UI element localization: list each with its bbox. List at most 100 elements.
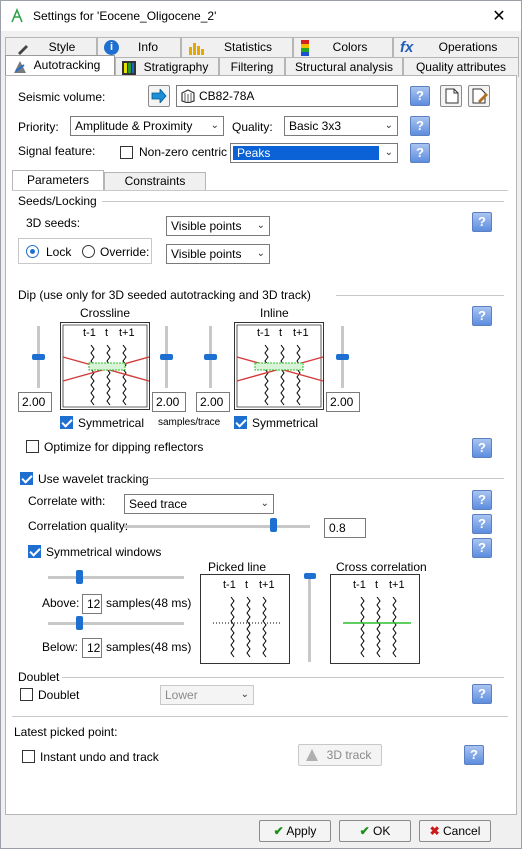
select-volume-button[interactable] — [148, 85, 170, 107]
wavelet-tracking-checkbox[interactable] — [20, 472, 33, 485]
3d-track-button[interactable]: 3D track — [298, 744, 382, 766]
correlation-quality-slider[interactable] — [124, 525, 310, 528]
symmetrical-windows-label: Symmetrical windows — [46, 545, 162, 559]
chevron-down-icon: ⌄ — [260, 498, 269, 509]
quality-help-button-2[interactable]: ? — [472, 514, 492, 534]
inline-right-slider-thumb[interactable] — [336, 354, 349, 360]
correlation-quality-label: Correlation quality: — [28, 519, 129, 533]
doublet-select[interactable]: Lower ⌄ — [160, 685, 254, 705]
tab-colors[interactable]: Colors — [293, 37, 393, 57]
below-label: Below: — [42, 640, 79, 654]
autotrack-icon — [306, 749, 318, 761]
seeds-3d-select[interactable]: Visible points ⌄ — [166, 216, 270, 236]
override-label: Override: — [100, 245, 150, 259]
instant-undo-checkbox[interactable] — [22, 750, 35, 763]
seismic-help-button[interactable]: ? — [410, 86, 430, 106]
function-icon: fx — [400, 39, 414, 56]
below-slider-thumb[interactable] — [76, 616, 83, 630]
seismic-cube-icon — [181, 89, 195, 103]
crossline-diagram: t-1 t t+1 — [60, 322, 150, 410]
seeds-divider — [102, 201, 504, 202]
tab-parameters[interactable]: Parameters — [12, 170, 104, 190]
above-slider-thumb[interactable] — [76, 570, 83, 584]
tab-style[interactable]: Style — [5, 37, 97, 57]
tab-statistics[interactable]: Statistics — [181, 37, 293, 57]
ok-button[interactable]: ✔ OK — [339, 820, 411, 842]
tab-autotracking[interactable]: Autotracking — [5, 55, 115, 77]
optimize-dipping-checkbox[interactable] — [26, 440, 39, 453]
priority-label: Priority: — [18, 120, 59, 134]
document-edit-icon — [472, 88, 488, 104]
new-document-button[interactable] — [440, 85, 462, 107]
dip-help-button[interactable]: ? — [472, 306, 492, 326]
chevron-down-icon: ⌄ — [256, 220, 265, 231]
seeds-help-button[interactable]: ? — [472, 212, 492, 232]
crossline-right-value[interactable]: 2.00 — [152, 392, 186, 412]
tab-row-2: Autotracking Stratigraphy Filtering Stru… — [5, 55, 519, 77]
quality-help-button[interactable]: ? — [410, 116, 430, 136]
nonzero-centric-label: Non-zero centric — [139, 145, 228, 159]
picked-line-label: Picked line — [208, 560, 267, 574]
track-help-button[interactable]: ? — [464, 745, 484, 765]
edit-document-button[interactable] — [468, 85, 490, 107]
seismic-volume-label: Seismic volume: — [18, 90, 106, 104]
lock-radio[interactable] — [26, 245, 39, 258]
wavelet-tracking-label: Use wavelet tracking — [38, 472, 149, 486]
correlation-quality-value[interactable]: 0.8 — [324, 518, 366, 538]
cancel-button[interactable]: ✖ Cancel — [419, 820, 491, 842]
doublet-divider — [62, 677, 504, 678]
crossline-traces — [62, 344, 150, 406]
inline-left-slider-thumb[interactable] — [204, 354, 217, 360]
windows-help-button[interactable]: ? — [472, 538, 492, 558]
tab-filtering[interactable]: Filtering — [219, 57, 285, 77]
cross-correlation-traces — [343, 596, 411, 658]
tab-info[interactable]: i Info — [97, 37, 181, 57]
above-slider[interactable] — [48, 576, 184, 579]
close-icon[interactable]: ✕ — [489, 6, 509, 26]
tab-operations[interactable]: fx Operations — [393, 37, 519, 57]
optimize-dipping-label: Optimize for dipping reflectors — [44, 440, 204, 454]
correlate-with-select[interactable]: Seed trace ⌄ — [124, 494, 274, 514]
window-slider-thumb[interactable] — [304, 573, 316, 579]
optimize-help-button[interactable]: ? — [472, 438, 492, 458]
doublet-checkbox[interactable] — [20, 688, 33, 701]
above-label: Above: — [42, 596, 80, 610]
crossline-left-value[interactable]: 2.00 — [18, 392, 52, 412]
above-value[interactable]: 12 — [82, 594, 102, 614]
priority-select[interactable]: Amplitude & Proximity ⌄ — [70, 116, 224, 136]
below-value[interactable]: 12 — [82, 638, 102, 658]
chevron-down-icon: ⌄ — [256, 248, 265, 259]
inline-left-value[interactable]: 2.00 — [196, 392, 230, 412]
apply-button[interactable]: ✔ Apply — [259, 820, 331, 842]
override-radio[interactable] — [82, 245, 95, 258]
symmetrical-windows-checkbox[interactable] — [28, 545, 41, 558]
check-icon: ✔ — [273, 824, 284, 838]
inline-symmetrical-checkbox[interactable] — [234, 416, 247, 429]
chevron-down-icon: ⌄ — [210, 120, 219, 131]
signal-help-button[interactable]: ? — [410, 143, 430, 163]
crossline-label: Crossline — [80, 306, 131, 320]
tab-structural-analysis[interactable]: Structural analysis — [285, 57, 403, 77]
inline-right-value[interactable]: 2.00 — [326, 392, 360, 412]
override-select[interactable]: Visible points ⌄ — [166, 244, 270, 264]
nonzero-centric-checkbox[interactable] — [120, 146, 133, 159]
crossline-left-slider-thumb[interactable] — [32, 354, 45, 360]
autotracking-panel: Seismic volume: CB82-78A ? Priority: Amp… — [5, 75, 517, 815]
tab-stratigraphy[interactable]: Stratigraphy — [115, 57, 219, 77]
inline-symmetrical-label: Symmetrical — [252, 416, 319, 430]
correlate-help-button[interactable]: ? — [472, 490, 492, 510]
tab-quality-attributes[interactable]: Quality attributes — [403, 57, 519, 77]
signal-feature-select[interactable]: Peaks ⌄ — [230, 143, 398, 163]
crossline-right-slider-thumb[interactable] — [160, 354, 173, 360]
below-slider[interactable] — [48, 622, 184, 625]
crossline-symmetrical-label: Symmetrical — [78, 416, 145, 430]
window-slider[interactable] — [308, 576, 311, 662]
correlation-quality-slider-thumb[interactable] — [269, 518, 277, 532]
doublet-help-button[interactable]: ? — [472, 684, 492, 704]
units-label: samples/trace — [158, 417, 221, 428]
seismic-volume-field[interactable]: CB82-78A — [176, 85, 398, 107]
tab-constraints[interactable]: Constraints — [104, 172, 206, 190]
crossline-symmetrical-checkbox[interactable] — [60, 416, 73, 429]
inline-label: Inline — [260, 306, 289, 320]
quality-select[interactable]: Basic 3x3 ⌄ — [284, 116, 398, 136]
